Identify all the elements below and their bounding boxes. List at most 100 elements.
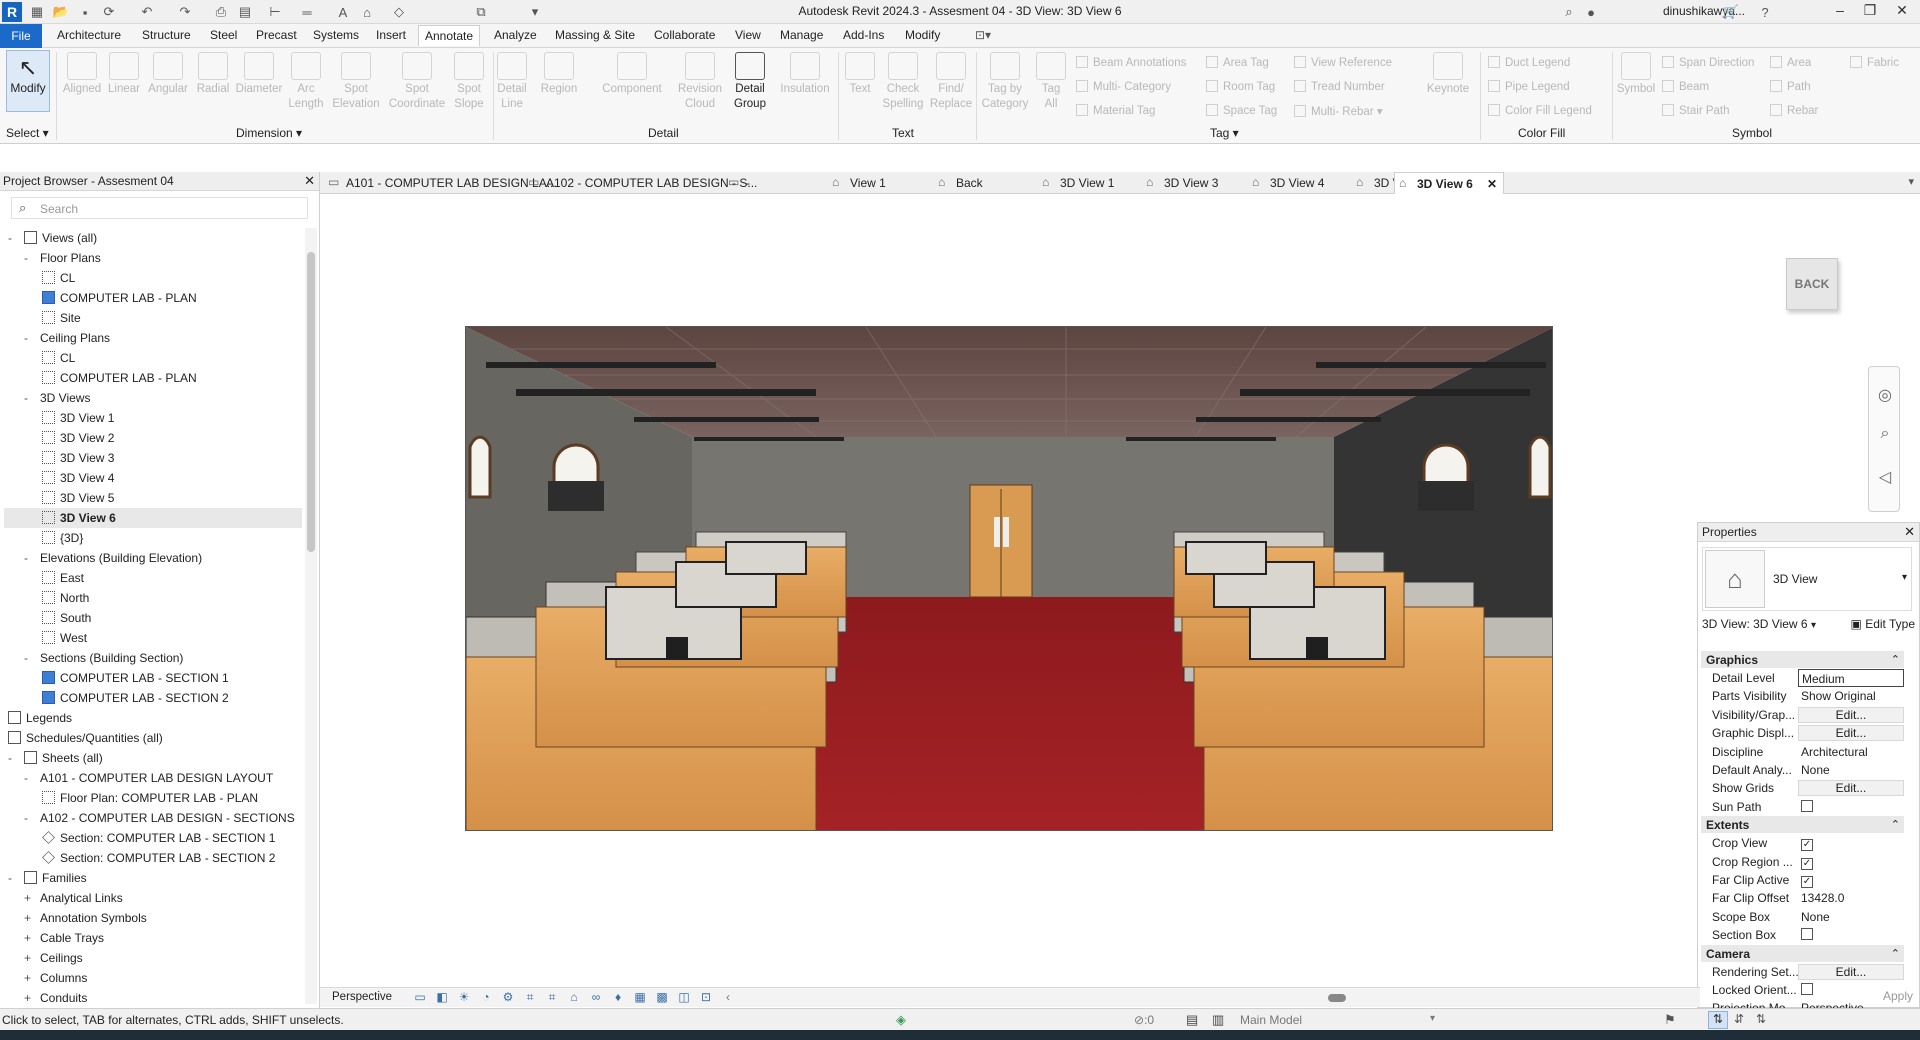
binoculars-icon[interactable]: ⌕ [1560, 3, 1578, 21]
tree-item[interactable]: Section: COMPUTER LAB - SECTION 2 [42, 848, 275, 868]
region-button[interactable]: Region [534, 52, 584, 97]
detail-level-icon[interactable]: ▭ [412, 990, 428, 1006]
tab-precast[interactable]: Precast [256, 28, 297, 42]
tree-item[interactable]: Section: COMPUTER LAB - SECTION 1 [42, 828, 275, 848]
tree-item[interactable]: - Ceiling Plans [24, 328, 110, 348]
collapse-icon[interactable]: - [8, 748, 18, 768]
edit-button[interactable]: Edit... [1798, 706, 1904, 723]
expand-icon[interactable]: + [24, 948, 34, 968]
component-button[interactable]: Component [596, 52, 668, 97]
projection-mode[interactable]: Perspective [332, 991, 392, 1003]
tree-item[interactable]: - A102 - COMPUTER LAB DESIGN - SECTIONS [24, 808, 295, 828]
tree-item[interactable]: COMPUTER LAB - SECTION 2 [42, 688, 229, 708]
search-input[interactable]: ⌕ Search [11, 197, 308, 219]
stair-path-button[interactable]: Stair Path [1662, 104, 1730, 117]
edit-type-button[interactable]: ▣ Edit Type [1851, 617, 1916, 631]
lock-view-icon[interactable]: ⌂ [566, 990, 582, 1006]
property-value[interactable]: Architectural [1798, 743, 1904, 761]
multi-category-button[interactable]: Multi- Category [1076, 80, 1171, 93]
color-fill-legend-button[interactable]: Color Fill Legend [1488, 104, 1592, 117]
collapse-icon[interactable]: - [24, 248, 34, 268]
property-value[interactable]: None [1798, 908, 1904, 926]
tree-item[interactable]: + Annotation Symbols [24, 908, 147, 928]
detail-line-button[interactable]: Detail Line [494, 52, 530, 112]
property-value[interactable]: Show Original [1798, 687, 1904, 705]
keynote-button[interactable]: Keynote [1420, 52, 1476, 97]
tag-by-category-button[interactable]: Tag by Category [980, 52, 1030, 112]
crop-view-icon[interactable]: ⌗ [522, 990, 538, 1006]
property-checkbox[interactable]: ✓ [1798, 834, 1904, 852]
contextual-toggle-icon[interactable]: ⊡▾ [975, 28, 991, 42]
span-direction-button[interactable]: Span Direction [1662, 56, 1754, 69]
room-tag-button[interactable]: Room Tag [1206, 80, 1275, 93]
edit-button[interactable]: Edit... [1798, 780, 1904, 797]
tree-item[interactable]: Site [42, 308, 81, 328]
chevron-down-icon[interactable]: ▾ [1902, 572, 1907, 583]
tab-modify[interactable]: Modify [905, 28, 940, 42]
collapse-icon[interactable]: - [24, 388, 34, 408]
tread-number-button[interactable]: Tread Number [1294, 80, 1385, 93]
insulation-button[interactable]: Insulation [774, 52, 836, 97]
tree-item[interactable]: - A101 - COMPUTER LAB DESIGN LAYOUT [24, 768, 273, 788]
property-checkbox[interactable] [1798, 798, 1904, 816]
analytical-icon[interactable]: ▩ [654, 990, 670, 1006]
tree-scrollbar[interactable] [305, 228, 317, 1004]
cart-icon[interactable]: 🛒 [1722, 3, 1740, 21]
tab-overflow-icon[interactable]: ▾ [1908, 175, 1914, 188]
select-pinned-icon[interactable]: ⇅ [1756, 1012, 1766, 1026]
tab-view[interactable]: View [735, 28, 761, 42]
angular-dimension-button[interactable]: Angular [144, 52, 192, 97]
show-crop-icon[interactable]: ⌗ [544, 990, 560, 1006]
tree-item[interactable]: - Views (all) [8, 228, 97, 248]
maximize-button[interactable]: ❐ [1858, 2, 1882, 22]
tree-item[interactable]: 3D View 2 [42, 428, 114, 448]
tree-item[interactable]: + Analytical Links [24, 888, 123, 908]
rebar-symbol-button[interactable]: Rebar [1770, 104, 1818, 117]
tree-item[interactable]: COMPUTER LAB - SECTION 1 [42, 668, 229, 688]
view-tab[interactable]: ▭ A101 - COMPUTER LAB DESIGN LA... [324, 172, 557, 194]
worksets-icon[interactable]: ▤ [1186, 1012, 1198, 1028]
help-icon[interactable]: ? [1756, 3, 1774, 21]
user-icon[interactable]: ● [1582, 3, 1600, 21]
tag-panel-label[interactable]: Tag ▾ [1210, 126, 1239, 140]
property-checkbox[interactable] [1798, 926, 1904, 944]
area-tag-button[interactable]: Area Tag [1206, 56, 1269, 69]
tree-item[interactable]: + Cable Trays [24, 928, 104, 948]
file-menu[interactable]: File [0, 24, 42, 48]
tree-item[interactable]: 3D View 5 [42, 488, 114, 508]
sun-path-icon[interactable]: ☀ [456, 990, 472, 1006]
check-spelling-button[interactable]: Check Spelling [880, 52, 926, 112]
close-icon[interactable]: ✕ [304, 173, 315, 189]
property-group-header[interactable]: Graphics ⌃ [1701, 651, 1904, 668]
tree-item[interactable]: + Ceilings [24, 948, 83, 968]
render-icon[interactable]: ⚙ [500, 990, 516, 1006]
tree-item[interactable]: + Conduits [24, 988, 87, 1004]
temp-hide-icon[interactable]: ∞ [588, 990, 604, 1006]
expand-icon[interactable]: + [24, 888, 34, 908]
property-value[interactable]: 13428.0 [1798, 889, 1904, 907]
apply-button[interactable]: Apply [1883, 989, 1913, 1003]
tree-item[interactable]: + Columns [24, 968, 87, 988]
fly-icon[interactable]: ◁ [1875, 467, 1895, 487]
property-group-header[interactable]: Extents ⌃ [1701, 816, 1904, 834]
tab-add-ins[interactable]: Add-Ins [843, 28, 884, 42]
dimension-panel-label[interactable]: Dimension ▾ [236, 126, 302, 140]
view-reference-button[interactable]: View Reference [1294, 56, 1392, 69]
3d-view-render[interactable] [465, 326, 1553, 831]
close-icon[interactable]: ✕ [1904, 524, 1915, 540]
collapse-icon[interactable]: ⌃ [1891, 947, 1900, 960]
view-tab[interactable]: ⌂ 3D View 1 [1038, 172, 1136, 194]
close-button[interactable]: ✕ [1890, 2, 1914, 22]
tree-item[interactable]: Floor Plan: COMPUTER LAB - PLAN [42, 788, 258, 808]
tree-item[interactable]: 3D View 6 [4, 508, 302, 528]
path-symbol-button[interactable]: Path [1770, 80, 1811, 93]
tab-massing-site[interactable]: Massing & Site [555, 28, 635, 42]
tree-item[interactable]: - Floor Plans [24, 248, 101, 268]
tab-annotate[interactable]: Annotate [418, 25, 481, 46]
tree-item[interactable]: North [42, 588, 89, 608]
collapse-icon[interactable]: ⌃ [1891, 818, 1900, 831]
radial-dimension-button[interactable]: Radial [192, 52, 234, 97]
tab-collaborate[interactable]: Collaborate [654, 28, 715, 42]
edit-button[interactable]: Edit... [1798, 963, 1904, 980]
worksharing-icon[interactable]: ▦ [632, 990, 648, 1006]
